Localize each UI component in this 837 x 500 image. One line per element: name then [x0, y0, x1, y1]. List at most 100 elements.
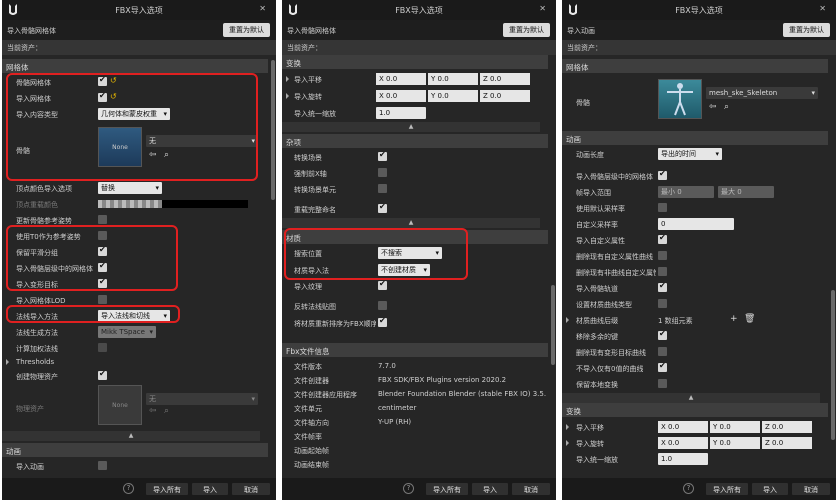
section-animation[interactable]: 动画 — [2, 443, 268, 457]
import-all-button[interactable]: 导入所有 — [145, 482, 189, 496]
section-mesh[interactable]: 网格体 — [2, 59, 268, 73]
rotation-x-field[interactable]: X 0.0 — [376, 90, 426, 102]
import-mesh-hierarchy-label: 导入骨骼层级中的网格体 — [576, 173, 653, 181]
custom-sample-field[interactable]: 0 — [658, 218, 734, 230]
browse-arrow-icon[interactable]: ⇦ — [149, 406, 157, 416]
window-controls[interactable]: ✕ — [819, 4, 832, 13]
reset-to-default-button[interactable]: 重置为默认 — [503, 23, 550, 37]
normal-gen-label: 法线生成方法 — [16, 329, 58, 337]
help-icon[interactable]: ? — [403, 483, 414, 494]
invert-normal-checkbox[interactable] — [378, 301, 387, 310]
window-controls[interactable]: ✕ — [539, 4, 552, 13]
compute-weighted-checkbox[interactable] — [98, 343, 107, 352]
collapse-toggle[interactable]: ▲ — [282, 218, 540, 228]
section-animation[interactable]: 动画 — [562, 131, 828, 145]
delete-existing-non-checkbox[interactable] — [658, 267, 667, 276]
section-fbx-info[interactable]: Fbx文件信息 — [282, 343, 548, 357]
translation-x-field[interactable]: X 0.0 — [658, 421, 708, 433]
reorder-names-checkbox[interactable] — [378, 202, 387, 213]
frame-range-min-field[interactable]: 最小 0 — [658, 186, 714, 198]
window-controls[interactable]: ✕ — [259, 4, 272, 13]
import-mesh-hierarchy-checkbox[interactable] — [658, 169, 667, 180]
reset-to-default-button[interactable]: 重置为默认 — [223, 23, 270, 37]
scrollbar[interactable] — [551, 285, 555, 365]
section-transform[interactable]: 变换 — [562, 403, 828, 417]
expand-arrow-icon[interactable] — [566, 440, 569, 446]
help-icon[interactable]: ? — [123, 483, 134, 494]
import-button[interactable]: 导入 — [751, 482, 789, 496]
section-mesh[interactable]: 网格体 — [562, 59, 828, 73]
vertex-color-dropdown[interactable]: 替换 — [98, 182, 162, 194]
add-element-icon[interactable]: + — [730, 314, 738, 324]
skeleton-asset-picker[interactable]: mesh_ske_Skeleton — [706, 87, 818, 99]
rotation-y-field[interactable]: Y 0.0 — [710, 437, 760, 449]
update-ref-pose-checkbox[interactable] — [98, 215, 107, 224]
collapse-toggle[interactable]: ▲ — [562, 393, 820, 403]
cancel-button[interactable]: 取消 — [511, 482, 551, 496]
import-textures-checkbox[interactable] — [378, 279, 387, 290]
translation-z-field[interactable]: Z 0.0 — [762, 421, 812, 433]
collapse-toggle[interactable]: ▲ — [282, 122, 540, 132]
delete-morph-checkbox[interactable] — [658, 347, 667, 356]
expand-arrow-icon[interactable] — [286, 93, 289, 99]
force-front-x-checkbox[interactable] — [378, 168, 387, 177]
import-button[interactable]: 导入 — [471, 482, 509, 496]
set-material-type-checkbox[interactable] — [658, 299, 667, 308]
translation-y-field[interactable]: Y 0.0 — [710, 421, 760, 433]
help-icon[interactable]: ? — [683, 483, 694, 494]
import-lod-checkbox[interactable] — [98, 295, 107, 304]
convert-scene-unit-checkbox[interactable] — [378, 184, 387, 193]
scrollbar[interactable] — [271, 60, 275, 200]
import-anim-label: 导入动画 — [16, 463, 44, 471]
anim-length-dropdown[interactable]: 导出的时间 — [658, 148, 722, 160]
section-misc[interactable]: 杂项 — [282, 134, 548, 148]
import-custom-attr-checkbox[interactable] — [658, 233, 667, 244]
rotation-z-field[interactable]: Z 0.0 — [762, 437, 812, 449]
rotation-x-field[interactable]: X 0.0 — [658, 437, 708, 449]
browse-arrow-icon[interactable]: ⇦ — [709, 102, 717, 112]
expand-arrow-icon[interactable] — [6, 359, 9, 365]
rotation-y-field[interactable]: Y 0.0 — [428, 90, 478, 102]
translation-z-field[interactable]: Z 0.0 — [480, 73, 530, 85]
create-physics-checkbox[interactable] — [98, 369, 107, 380]
expand-arrow-icon[interactable] — [566, 424, 569, 430]
physics-asset-picker[interactable]: 无 — [146, 393, 258, 405]
section-transform[interactable]: 变换 — [282, 55, 548, 69]
create-physics-label: 创建物理资产 — [16, 373, 58, 381]
delete-existing-attr-checkbox[interactable] — [658, 251, 667, 260]
import-scale-field[interactable]: 1.0 — [376, 107, 426, 119]
trash-icon[interactable]: 🗑 — [744, 314, 755, 324]
preserve-local-checkbox[interactable] — [658, 379, 667, 388]
row-delete-morph: 删除现有变形目标曲线 — [562, 345, 828, 359]
import-zero-only-checkbox[interactable] — [658, 361, 667, 372]
import-bone-tracks-checkbox[interactable] — [658, 281, 667, 292]
rotation-z-field[interactable]: Z 0.0 — [480, 90, 530, 102]
translation-y-field[interactable]: Y 0.0 — [428, 73, 478, 85]
normal-gen-dropdown[interactable]: Mikk TSpace — [98, 326, 156, 338]
collapse-toggle[interactable]: ▲ — [2, 431, 260, 441]
scrollbar[interactable] — [831, 290, 835, 440]
import-all-button[interactable]: 导入所有 — [425, 482, 469, 496]
reset-to-default-button[interactable]: 重置为默认 — [783, 23, 830, 37]
search-icon[interactable]: ⌕ — [164, 406, 169, 416]
expand-arrow-icon[interactable] — [286, 76, 289, 82]
convert-scene-checkbox[interactable] — [378, 150, 387, 161]
import-scale-field[interactable]: 1.0 — [658, 453, 708, 465]
row-thresholds[interactable]: Thresholds — [2, 355, 268, 369]
import-all-button[interactable]: 导入所有 — [705, 482, 749, 496]
import-anim-checkbox[interactable] — [98, 461, 107, 470]
import-button[interactable]: 导入 — [191, 482, 229, 496]
cancel-button[interactable]: 取消 — [231, 482, 271, 496]
frame-range-max-field[interactable]: 最大 0 — [718, 186, 774, 198]
row-material-suffix[interactable]: 材质曲线后缀 1 数组元素 + 🗑 — [562, 313, 828, 327]
translation-y-value: 0.0 — [437, 75, 449, 83]
reorder-material-checkbox[interactable] — [378, 316, 387, 327]
expand-arrow-icon[interactable] — [566, 317, 569, 323]
cancel-button[interactable]: 取消 — [791, 482, 831, 496]
skeleton-thumbnail[interactable] — [658, 79, 702, 119]
remove-redundant-checkbox[interactable] — [658, 329, 667, 340]
translation-x-field[interactable]: X 0.0 — [376, 73, 426, 85]
physics-thumbnail[interactable]: None — [98, 385, 142, 425]
search-icon[interactable]: ⌕ — [724, 102, 729, 112]
use-default-sample-checkbox[interactable] — [658, 203, 667, 212]
